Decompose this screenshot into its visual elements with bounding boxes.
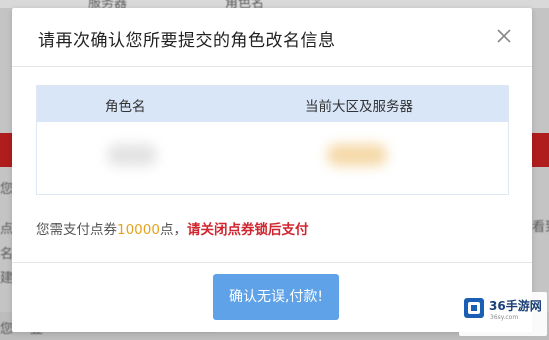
dialog-title: 请再次确认您所要提交的角色改名信息: [38, 31, 336, 51]
notice-suffix: 点，: [159, 222, 187, 238]
rename-info-table: 角色名 当前大区及服务器: [36, 85, 509, 195]
background-red-bar: [532, 133, 549, 167]
close-icon: [497, 29, 511, 43]
points-amount: 10000: [117, 222, 160, 238]
watermark-logo-icon: [464, 298, 484, 318]
confirm-pay-button[interactable]: 确认无误,付款!: [213, 274, 339, 320]
background-red-bar: [0, 133, 12, 167]
column-header-server: 当前大区及服务器: [305, 99, 413, 115]
title-divider: [12, 66, 532, 67]
background-text: 看到: [532, 220, 549, 235]
coupon-lock-warning: 请关闭点券锁后支付: [186, 222, 309, 238]
notice-prefix: 您需支付点券: [36, 222, 117, 238]
background-top-strip: [0, 0, 549, 8]
site-watermark: 36手游网 36sy.com: [459, 292, 547, 336]
column-header-role-name: 角色名: [105, 99, 146, 115]
table-header: 角色名 当前大区及服务器: [37, 86, 508, 122]
rename-confirm-dialog: 请再次确认您所要提交的角色改名信息 角色名 当前大区及服务器 您需支付点券100…: [12, 8, 532, 332]
footer-divider: [12, 262, 532, 263]
table-row: [37, 122, 508, 194]
role-name-cell-blurred: [107, 144, 157, 166]
close-button[interactable]: [492, 24, 516, 48]
payment-notice: 您需支付点券10000点，请关闭点券锁后支付: [36, 218, 308, 238]
server-cell-blurred: [327, 144, 387, 166]
watermark-name: 36手游网: [489, 299, 542, 313]
watermark-url: 36sy.com: [490, 314, 519, 321]
